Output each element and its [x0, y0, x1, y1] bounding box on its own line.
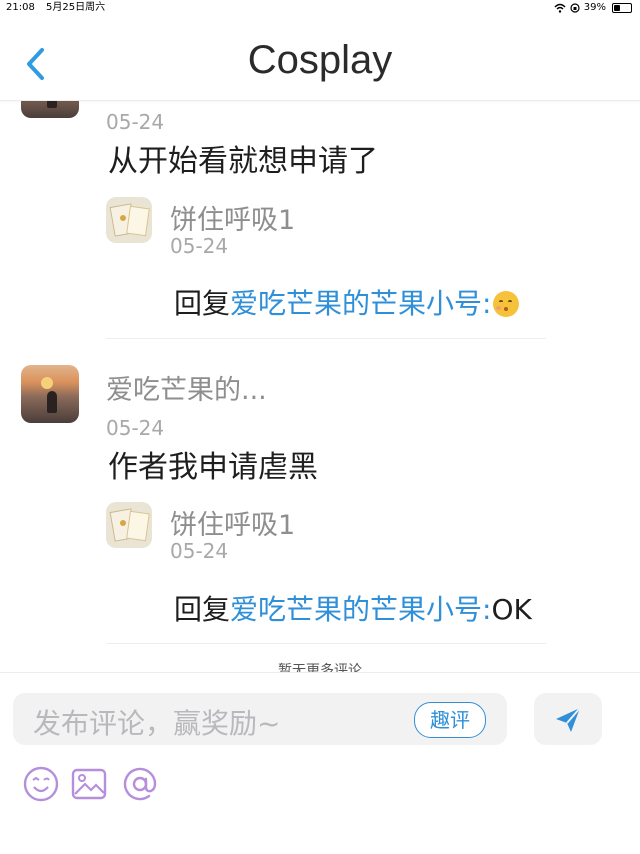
- reply-avatar[interactable]: [106, 197, 152, 243]
- mention-icon[interactable]: [121, 765, 159, 803]
- send-button[interactable]: [534, 693, 602, 745]
- status-date: 5月25日周六: [46, 2, 106, 13]
- reply-prefix: 回复: [174, 287, 231, 320]
- reply-username[interactable]: 饼住呼吸1: [170, 503, 295, 542]
- comment-date: 05-24: [106, 110, 165, 134]
- comment-content: 从开始看就想申请了: [108, 144, 378, 179]
- avatar[interactable]: [21, 100, 79, 118]
- reply-body: OK: [491, 593, 532, 626]
- reply-date: 05-24: [170, 539, 229, 563]
- battery-icon: [612, 3, 632, 13]
- reply-mention[interactable]: 爱吃芒果的芒果小号: [230, 287, 482, 320]
- battery-fill: [614, 5, 621, 11]
- comment-date: 05-24: [106, 416, 165, 440]
- comment-input-placeholder: 发布评论，赢奖励~: [33, 707, 281, 740]
- reply-separator: :: [482, 287, 492, 320]
- comment-list: 05-24 从开始看就想申请了 饼住呼吸1 05-24 回复爱吃芒果的芒果小号:…: [0, 100, 640, 672]
- reply-username[interactable]: 饼住呼吸1: [170, 198, 295, 237]
- send-icon: [556, 707, 581, 732]
- image-icon[interactable]: [70, 765, 108, 803]
- divider: [106, 338, 546, 339]
- reply-date: 05-24: [170, 234, 229, 258]
- orientation-lock-icon: [570, 3, 580, 13]
- divider: [106, 643, 546, 644]
- status-bar: 21:08 5月25日周六 39%: [0, 0, 640, 16]
- page-title: Cosplay: [247, 38, 393, 82]
- wifi-icon: [554, 3, 566, 13]
- avatar[interactable]: [21, 365, 79, 423]
- status-time: 21:08: [6, 2, 35, 13]
- comment-bar: 发布评论，赢奖励~ 趣评: [0, 672, 640, 854]
- comment-content: 作者我申请虐黑: [108, 450, 318, 485]
- reply-mention[interactable]: 爱吃芒果的芒果小号: [230, 593, 482, 626]
- reply-text: 回复爱吃芒果的芒果小号:OK: [174, 588, 532, 628]
- no-more-comments: 暂无更多评论: [278, 663, 362, 672]
- status-right: 39%: [554, 0, 632, 16]
- header: Cosplay: [0, 16, 640, 101]
- fun-comment-button[interactable]: 趣评: [414, 702, 486, 738]
- emoji-icon[interactable]: [22, 765, 60, 803]
- reply-prefix: 回复: [174, 593, 231, 626]
- comment-username[interactable]: 爱吃芒果的...: [106, 368, 267, 407]
- status-left: 21:08 5月25日周六: [6, 0, 113, 16]
- reply-avatar[interactable]: [106, 502, 152, 548]
- comment-input[interactable]: 发布评论，赢奖励~ 趣评: [13, 693, 507, 745]
- kissing-face-emoji-icon: [493, 291, 520, 317]
- battery-percent: 39%: [583, 2, 606, 13]
- reply-text: 回复爱吃芒果的芒果小号:: [174, 282, 520, 322]
